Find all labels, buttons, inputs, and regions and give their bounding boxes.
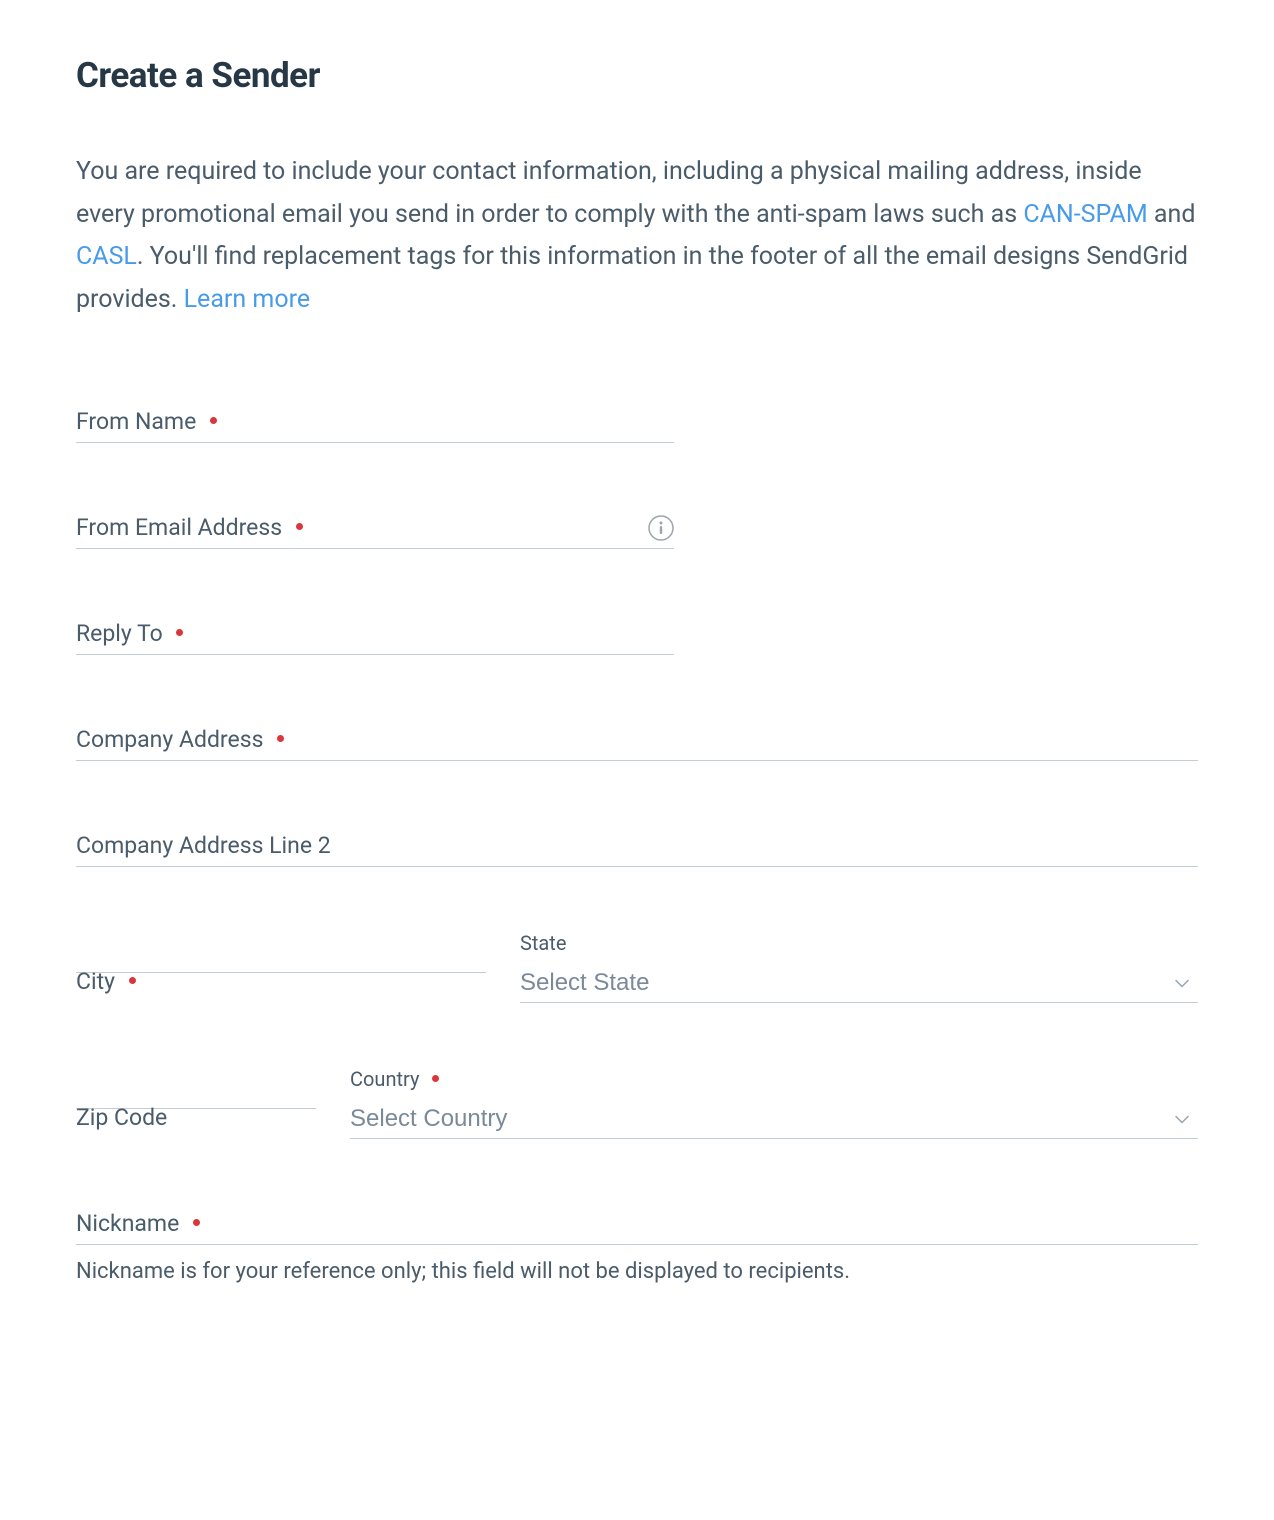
- nickname-group: Nickname: [76, 1203, 1198, 1245]
- canspam-link[interactable]: CAN-SPAM: [1023, 200, 1147, 229]
- description-text-2: and: [1148, 200, 1196, 229]
- nickname-input[interactable]: [76, 1203, 1198, 1245]
- page-description: You are required to include your contact…: [76, 151, 1198, 321]
- state-select[interactable]: Select State: [520, 963, 1198, 1002]
- company-address-group: Company Address: [76, 719, 1198, 761]
- country-select[interactable]: Select Country: [350, 1099, 1198, 1138]
- zip-group: Zip Code: [76, 1067, 316, 1139]
- nickname-helper-text: Nickname is for your reference only; thi…: [76, 1259, 1198, 1284]
- company-address-input[interactable]: [76, 719, 1198, 761]
- country-label-text: Country: [350, 1067, 419, 1091]
- info-icon[interactable]: [648, 515, 674, 541]
- zip-input[interactable]: [76, 1067, 316, 1109]
- from-name-group: From Name: [76, 401, 674, 443]
- company-address2-input[interactable]: [76, 825, 1198, 867]
- reply-to-input[interactable]: [76, 613, 674, 655]
- state-group: State Select State: [520, 931, 1198, 1003]
- learn-more-link[interactable]: Learn more: [184, 285, 310, 314]
- from-email-input[interactable]: [76, 507, 674, 549]
- state-label: State: [520, 931, 1198, 955]
- country-group: Country Select Country: [350, 1067, 1198, 1139]
- required-indicator: [432, 1075, 439, 1082]
- city-input[interactable]: [76, 931, 486, 973]
- from-name-input[interactable]: [76, 401, 674, 443]
- company-address2-group: Company Address Line 2: [76, 825, 1198, 867]
- country-label: Country: [350, 1067, 1198, 1091]
- description-text-1: You are required to include your contact…: [76, 157, 1142, 229]
- required-indicator: [129, 977, 136, 984]
- reply-to-group: Reply To: [76, 613, 674, 655]
- city-group: City: [76, 931, 486, 1003]
- page-title: Create a Sender: [76, 55, 1198, 96]
- from-email-group: From Email Address: [76, 507, 674, 549]
- casl-link[interactable]: CASL: [76, 242, 137, 271]
